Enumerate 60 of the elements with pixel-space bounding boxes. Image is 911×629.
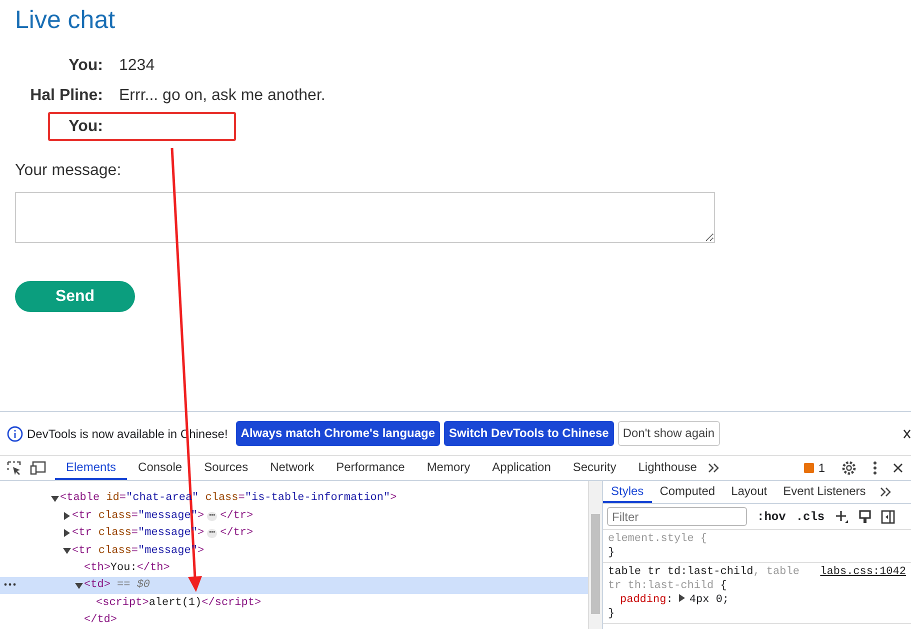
infobar-button[interactable]: Don't show again — [618, 421, 720, 446]
close-icon[interactable] — [903, 428, 911, 438]
message-author: Hal Pline: — [29, 86, 103, 106]
panel-tab[interactable]: Console — [127, 456, 194, 480]
sidebar-toggle-icon[interactable] — [880, 510, 895, 524]
expanded-arrow-icon[interactable] — [51, 496, 59, 502]
page-title: Live chat — [15, 5, 116, 36]
infobar-button[interactable]: Switch DevTools to Chinese — [444, 421, 614, 446]
collapsed-arrow-icon[interactable] — [64, 512, 70, 520]
device-icon[interactable] — [30, 461, 47, 475]
more-tabs-icon[interactable] — [880, 486, 892, 498]
dom-node[interactable]: <script>alert(1)</script> — [96, 594, 262, 612]
panel-tab[interactable]: Lighthouse — [627, 456, 708, 480]
paint-brush-icon[interactable] — [858, 510, 871, 524]
expanded-arrow-icon[interactable] — [75, 582, 83, 589]
infobar-button[interactable]: Always match Chrome's language — [236, 421, 440, 446]
issues-count[interactable]: 1 — [818, 459, 825, 477]
panel-tab[interactable]: Security — [562, 456, 628, 480]
message-label: Your message: — [15, 161, 122, 181]
message-text: Errr... go on, ask me another. — [119, 86, 326, 106]
plus-icon[interactable] — [834, 510, 849, 524]
inspect-icon[interactable] — [6, 460, 22, 476]
style-toggle[interactable]: .cls — [796, 508, 825, 526]
message-author: You: — [68, 56, 103, 76]
message-field[interactable] — [15, 192, 715, 243]
sidebar-tab[interactable]: Styles — [603, 481, 652, 503]
css-selector: table tr td:last-child, table tr th:last-child { — [608, 565, 800, 593]
css-brace: } — [608, 607, 616, 621]
message-author: You: — [68, 116, 103, 137]
panel-tab[interactable]: Performance — [325, 456, 416, 480]
kebab-menu-icon[interactable] — [873, 461, 877, 475]
ellipsis-badge[interactable]: ⋯ — [207, 529, 218, 538]
css-declaration: padding: 4px 0; — [619, 593, 730, 607]
more-tabs-icon[interactable] — [708, 462, 720, 474]
style-toggle[interactable]: :hov — [757, 508, 786, 526]
scrollbar-thumb[interactable] — [591, 514, 600, 614]
settings-icon[interactable] — [841, 460, 857, 476]
info-icon — [7, 426, 23, 442]
sidebar-tab[interactable]: Computed — [652, 481, 724, 503]
panel-tab[interactable]: Elements — [55, 456, 128, 480]
sidebar-tab[interactable]: Layout — [723, 481, 776, 503]
close-icon[interactable] — [893, 463, 903, 473]
panel-tab[interactable]: Network — [259, 456, 326, 480]
filter-field[interactable]: Filter — [607, 507, 747, 526]
dom-node[interactable]: <td> == $0 — [84, 577, 150, 594]
source-link[interactable]: labs.css:1042 — [820, 565, 906, 579]
expand-arrow-icon[interactable] — [679, 594, 686, 602]
panel-tab[interactable]: Memory — [416, 456, 482, 480]
panel-tab[interactable]: Application — [481, 456, 562, 480]
css-brace: } — [608, 546, 616, 560]
ellipsis-badge[interactable]: ⋯ — [207, 512, 218, 521]
dom-node[interactable]: </td> — [84, 612, 118, 629]
css-selector: element.style { — [608, 532, 708, 546]
dom-node[interactable]: <th>You:</th> — [84, 560, 170, 576]
collapsed-arrow-icon[interactable] — [64, 529, 70, 538]
sidebar-tab[interactable]: Event Listeners — [775, 481, 874, 503]
expanded-arrow-icon[interactable] — [63, 548, 71, 554]
panel-tab[interactable]: Sources — [193, 456, 260, 480]
flag-icon[interactable] — [804, 463, 814, 473]
message-text: 1234 — [119, 56, 155, 76]
